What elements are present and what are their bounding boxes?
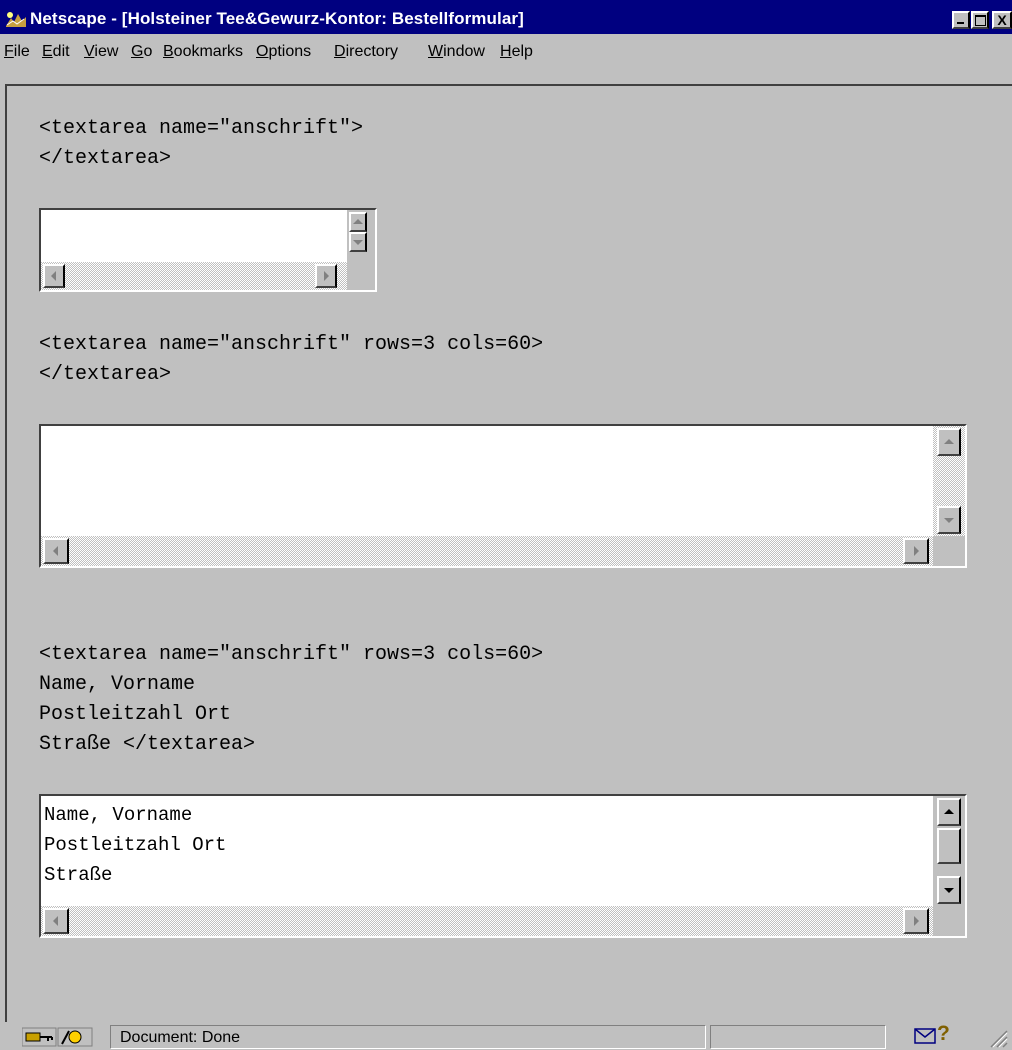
window-title: Netscape - [Holsteiner Tee&Gewurz-Kontor… — [30, 9, 524, 28]
menu-view[interactable]: View — [84, 43, 118, 61]
resize-grip-icon[interactable] — [986, 1026, 1008, 1048]
textarea-rows3-cols60[interactable] — [39, 424, 967, 568]
title-bar[interactable]: Netscape - [Holsteiner Tee&Gewurz-Kontor… — [0, 0, 1012, 34]
scroll-down-button[interactable] — [937, 876, 961, 904]
arrow-right-icon — [914, 916, 919, 926]
minimize-icon — [957, 22, 964, 24]
menu-go[interactable]: Go — [131, 43, 152, 61]
horizontal-scrollbar[interactable] — [41, 262, 347, 290]
scroll-down-button[interactable] — [937, 506, 961, 534]
scroll-up-button[interactable] — [937, 798, 961, 826]
arrow-right-icon — [324, 271, 329, 281]
maximize-icon — [975, 15, 986, 26]
code-example-1: <textarea name="anschrift"> </textarea> — [39, 117, 364, 170]
document-content[interactable]: <textarea name="anschrift"> </textarea> … — [5, 84, 1012, 1022]
scroll-left-button[interactable] — [43, 538, 69, 564]
scroll-right-button[interactable] — [903, 538, 929, 564]
scroll-up-button[interactable] — [937, 428, 961, 456]
mail-icon[interactable] — [914, 1028, 936, 1044]
arrow-down-icon — [944, 888, 954, 893]
textarea-default[interactable] — [39, 208, 377, 292]
status-text: Document: Done — [120, 1029, 241, 1046]
close-icon: X — [997, 12, 1007, 28]
arrow-left-icon — [53, 546, 58, 556]
arrow-left-icon — [51, 271, 56, 281]
arrow-down-icon — [944, 518, 954, 523]
horizontal-scrollbar[interactable] — [41, 906, 933, 936]
scroll-right-button[interactable] — [903, 908, 929, 934]
arrow-left-icon — [53, 916, 58, 926]
status-bar: Document: Done ? — [0, 1022, 1012, 1050]
netscape-app-icon[interactable] — [4, 9, 28, 29]
scroll-thumb[interactable] — [937, 828, 961, 864]
textarea-prefilled-content: Name, Vorname Postleitzahl Ort Straße — [44, 804, 227, 886]
scroll-up-button[interactable] — [349, 212, 367, 232]
arrow-down-icon — [353, 240, 363, 245]
arrow-right-icon — [914, 546, 919, 556]
help-icon[interactable]: ? — [937, 1023, 950, 1045]
minimize-button[interactable] — [952, 11, 970, 29]
close-button[interactable]: X — [992, 11, 1012, 29]
scroll-corner — [933, 906, 965, 936]
code-example-3: <textarea name="anschrift" rows=3 cols=6… — [39, 643, 544, 756]
arrow-up-icon — [944, 439, 954, 444]
menu-window[interactable]: Window — [428, 43, 485, 61]
vertical-scrollbar[interactable] — [347, 210, 375, 262]
status-message-field: Document: Done — [110, 1025, 706, 1049]
scroll-right-button[interactable] — [315, 264, 337, 288]
vertical-scrollbar[interactable] — [933, 796, 965, 906]
textarea-with-default-text[interactable]: Name, Vorname Postleitzahl Ort Straße — [39, 794, 967, 938]
security-key-icon[interactable] — [22, 1026, 94, 1048]
menu-edit[interactable]: Edit — [42, 43, 70, 61]
scroll-corner — [933, 536, 965, 566]
scroll-left-button[interactable] — [43, 264, 65, 288]
status-progress-field — [710, 1025, 886, 1049]
arrow-up-icon — [944, 809, 954, 814]
vertical-scrollbar[interactable] — [933, 426, 965, 536]
code-example-2: <textarea name="anschrift" rows=3 cols=6… — [39, 333, 544, 386]
horizontal-scrollbar[interactable] — [41, 536, 933, 566]
menu-help[interactable]: Help — [500, 43, 533, 61]
menu-directory[interactable]: Directory — [334, 43, 398, 61]
scroll-left-button[interactable] — [43, 908, 69, 934]
arrow-up-icon — [353, 219, 363, 224]
scroll-corner — [347, 262, 375, 290]
menu-bookmarks[interactable]: Bookmarks — [163, 43, 243, 61]
scroll-down-button[interactable] — [349, 232, 367, 252]
menu-file[interactable]: File — [4, 43, 30, 61]
menu-options[interactable]: Options — [256, 43, 311, 61]
maximize-button[interactable] — [971, 11, 989, 29]
menu-bar: File Edit View Go Bookmarks Options Dire… — [0, 34, 1012, 70]
